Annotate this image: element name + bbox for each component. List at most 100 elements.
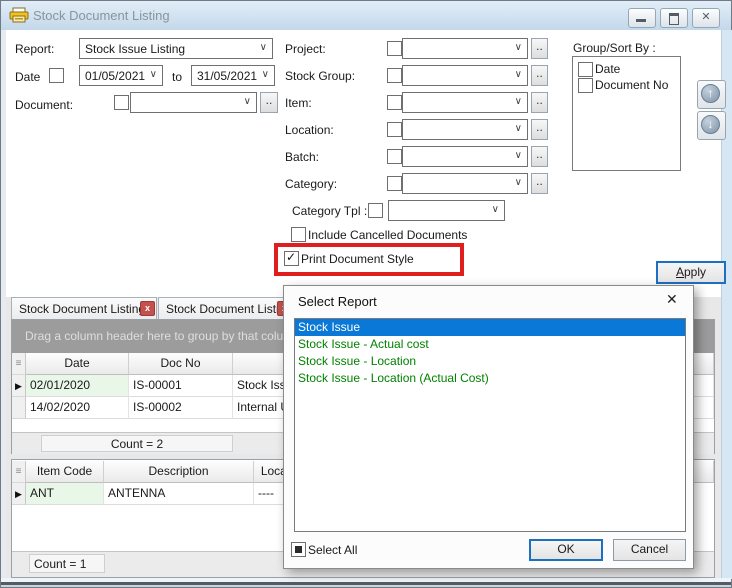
location-label: Location: (285, 123, 334, 137)
item-browse-button[interactable]: .. (531, 92, 548, 113)
project-browse-button[interactable]: .. (531, 38, 548, 59)
include-cancelled-checkbox[interactable] (291, 227, 306, 242)
chevron-down-icon: ∨ (515, 69, 522, 80)
group-sort-date-label: Date (595, 62, 620, 76)
cell-itemcode[interactable]: ANT (26, 483, 104, 505)
document-select[interactable]: ∨ (130, 92, 257, 113)
include-cancelled-label: Include Cancelled Documents (308, 228, 467, 242)
chevron-down-icon: ∨ (515, 177, 522, 188)
move-up-button[interactable]: ↑ (697, 80, 726, 109)
close-icon: ✕ (693, 10, 719, 23)
category-select[interactable]: ∨ (402, 173, 528, 194)
dialog-close-icon[interactable]: ✕ (666, 291, 678, 308)
tab-label: Stock Document Listing (19, 302, 145, 316)
document-label: Document: (15, 98, 73, 112)
chevron-down-icon: ∨ (515, 96, 522, 107)
category-tpl-checkbox[interactable] (368, 203, 383, 218)
tab-close-icon[interactable]: x (140, 301, 155, 316)
grid1-count: Count = 2 (41, 435, 233, 452)
select-report-dialog: Select Report ✕ Stock Issue Stock Issue … (283, 285, 694, 569)
print-document-style-checkbox[interactable] (284, 251, 299, 266)
location-browse-button[interactable]: .. (531, 119, 548, 140)
row-indicator: ▶ (12, 375, 26, 397)
report-option-actual-cost[interactable]: Stock Issue - Actual cost (295, 336, 685, 353)
window-bottom-shadow (1, 585, 731, 587)
report-option-location-actual-cost[interactable]: Stock Issue - Location (Actual Cost) (295, 370, 685, 387)
cell-date[interactable]: 02/01/2020 (26, 375, 129, 397)
date-to-value: 31/05/2021 (197, 69, 257, 83)
minimize-button[interactable] (628, 8, 656, 28)
location-checkbox[interactable] (387, 122, 402, 137)
item-select[interactable]: ∨ (402, 92, 528, 113)
date-from-value: 01/05/2021 (85, 69, 145, 83)
print-document-style-label: Print Document Style (301, 252, 414, 266)
group-sort-label: Group/Sort By : (573, 41, 656, 55)
chevron-down-icon: ∨ (515, 42, 522, 53)
report-select[interactable]: Stock Issue Listing ∨ (79, 38, 273, 59)
row-indicator-header-icon: ≡ (12, 461, 25, 483)
chevron-down-icon: ∨ (260, 42, 267, 53)
cancel-button[interactable]: Cancel (613, 539, 686, 561)
stock-group-select[interactable]: ∨ (402, 65, 528, 86)
cell-docno[interactable]: IS-00002 (129, 397, 233, 419)
tab-label: Stock Document Listing (166, 302, 292, 316)
category-label: Category: (285, 177, 337, 191)
up-arrow-icon: ↑ (701, 84, 720, 103)
category-tpl-select[interactable]: ∨ (388, 200, 505, 221)
project-checkbox[interactable] (387, 41, 402, 56)
cell-docno[interactable]: IS-00001 (129, 375, 233, 397)
document-checkbox[interactable] (114, 95, 129, 110)
report-listbox[interactable]: Stock Issue Stock Issue - Actual cost St… (294, 318, 686, 532)
maximize-button[interactable] (660, 8, 688, 28)
close-button[interactable]: ✕ (692, 8, 720, 28)
item-checkbox[interactable] (387, 95, 402, 110)
to-label: to (172, 70, 182, 84)
ok-button[interactable]: OK (529, 539, 603, 561)
current-row-arrow-icon: ▶ (12, 483, 25, 505)
row-indicator (12, 397, 26, 419)
down-arrow-icon: ↓ (701, 115, 720, 134)
tab-stock-document-listing-1[interactable]: Stock Document Listing (11, 297, 157, 319)
chevron-down-icon: ∨ (262, 69, 269, 80)
cell-date[interactable]: 14/02/2020 (26, 397, 129, 419)
batch-select[interactable]: ∨ (402, 146, 528, 167)
document-browse-button[interactable]: .. (260, 92, 278, 113)
date-checkbox[interactable] (49, 68, 64, 83)
date-label: Date (15, 70, 40, 84)
category-browse-button[interactable]: .. (531, 173, 548, 194)
tab-stock-document-listing-2[interactable]: Stock Document Listing (158, 297, 291, 319)
batch-browse-button[interactable]: .. (531, 146, 548, 167)
location-select[interactable]: ∨ (402, 119, 528, 140)
report-value: Stock Issue Listing (85, 42, 185, 56)
move-down-button[interactable]: ↓ (697, 111, 726, 140)
chevron-down-icon: ∨ (244, 96, 251, 107)
group-sort-docno-checkbox[interactable] (578, 78, 593, 93)
group-sort-date-checkbox[interactable] (578, 62, 593, 77)
stock-group-label: Stock Group: (285, 69, 355, 83)
select-all-checkbox[interactable] (291, 542, 306, 557)
column-header-itemcode[interactable]: Item Code (26, 461, 104, 483)
column-header-date[interactable]: Date (26, 353, 129, 375)
current-row-arrow-icon: ▶ (12, 375, 25, 397)
project-select[interactable]: ∨ (402, 38, 528, 59)
stock-group-checkbox[interactable] (387, 68, 402, 83)
grid2-count: Count = 1 (29, 554, 105, 573)
stock-group-browse-button[interactable]: .. (531, 65, 548, 86)
select-all-label: Select All (308, 543, 357, 557)
cell-description[interactable]: ANTENNA (104, 483, 254, 505)
report-option-stock-issue[interactable]: Stock Issue (295, 319, 685, 336)
date-from-select[interactable]: 01/05/2021 ∨ (79, 65, 163, 86)
date-to-select[interactable]: 31/05/2021 ∨ (191, 65, 275, 86)
chevron-down-icon: ∨ (150, 69, 157, 80)
report-option-location[interactable]: Stock Issue - Location (295, 353, 685, 370)
category-checkbox[interactable] (387, 176, 402, 191)
column-header-docno[interactable]: Doc No (129, 353, 233, 375)
apply-button[interactable]: Apply (656, 261, 726, 284)
printer-icon (9, 7, 29, 27)
chevron-down-icon: ∨ (492, 204, 499, 215)
group-sort-docno-label: Document No (595, 78, 668, 92)
project-label: Project: (285, 42, 326, 56)
batch-checkbox[interactable] (387, 149, 402, 164)
column-header-description[interactable]: Description (104, 461, 254, 483)
batch-label: Batch: (285, 150, 319, 164)
